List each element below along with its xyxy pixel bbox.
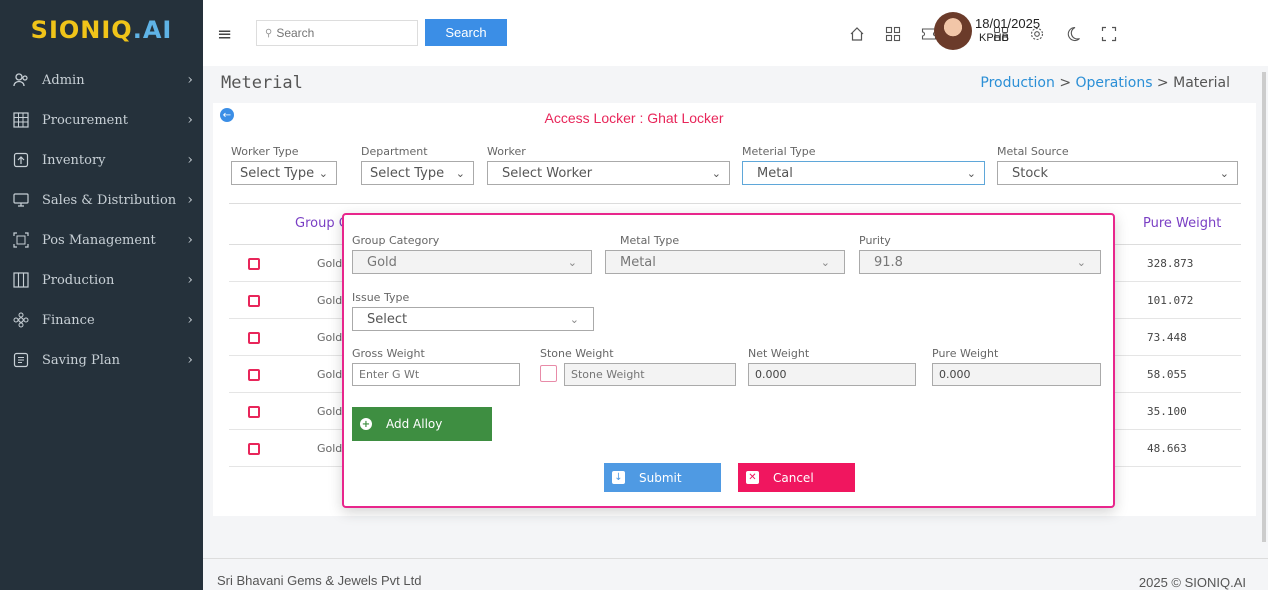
chevron-right-icon: ›	[187, 192, 193, 208]
chevron-right-icon: ›	[187, 72, 193, 88]
purity-field: Purity 91.8 ⌄	[859, 234, 1101, 274]
footer: Sri Bhavani Gems & Jewels Pvt Ltd 2025 ©…	[203, 558, 1268, 590]
gear-flower-icon	[12, 311, 30, 329]
sidebar-item-sales-distribution[interactable]: Sales & Distribution ›	[0, 180, 203, 220]
chevron-right-icon: ›	[187, 272, 193, 288]
net-weight-field: Net Weight	[748, 347, 916, 386]
close-icon: ✕	[746, 471, 759, 484]
search-button[interactable]: Search	[425, 19, 507, 46]
avatar[interactable]	[934, 12, 972, 50]
home-icon[interactable]	[848, 25, 866, 43]
fullscreen-icon[interactable]	[1100, 25, 1118, 43]
metal-type-field: Metal Type Metal ⌄	[605, 234, 845, 274]
worker-select[interactable]: Select Worker ⌄	[487, 161, 730, 185]
download-icon: ↓	[612, 471, 625, 484]
sidebar-item-saving-plan[interactable]: Saving Plan ›	[0, 340, 203, 380]
brand-logo[interactable]: SIONIQ.AI	[0, 0, 203, 60]
chevron-right-icon: ›	[187, 232, 193, 248]
breadcrumb: Production > Operations > Material	[980, 75, 1230, 91]
row-checkbox[interactable]	[248, 258, 260, 270]
sidebar: SIONIQ.AI Admin › Procurement › Inventor…	[0, 0, 203, 590]
chevron-down-icon: ⌄	[455, 166, 465, 180]
upload-box-icon	[12, 151, 30, 169]
row-checkbox[interactable]	[248, 332, 260, 344]
list-box-icon	[12, 351, 30, 369]
apps-grid-icon[interactable]	[884, 25, 902, 43]
moon-icon[interactable]	[1064, 25, 1082, 43]
issue-type-field: Issue Type Select ⌄	[352, 291, 594, 331]
net-weight-input[interactable]	[748, 363, 916, 386]
search-icon: ⚲	[265, 27, 273, 39]
material-type-filter: Meterial Type Metal ⌄	[742, 145, 985, 185]
chevron-down-icon: ⌄	[966, 166, 976, 180]
breadcrumb-current: Material	[1173, 75, 1230, 91]
department-select[interactable]: Select Type ⌄	[361, 161, 474, 185]
material-type-select[interactable]: Metal ⌄	[742, 161, 985, 185]
chevron-down-icon: ⌄	[820, 255, 830, 269]
chevron-down-icon: ⌄	[569, 312, 579, 326]
plus-circle-icon: +	[360, 418, 372, 430]
page-title: Meterial	[221, 73, 303, 93]
gross-weight-input[interactable]	[352, 363, 520, 386]
chevron-down-icon: ⌄	[1219, 166, 1229, 180]
row-checkbox[interactable]	[248, 369, 260, 381]
sidebar-item-pos-management[interactable]: Pos Management ›	[0, 220, 203, 260]
monitor-icon	[12, 191, 30, 209]
metal-type-select[interactable]: Metal ⌄	[605, 250, 845, 274]
breadcrumb-operations[interactable]: Operations	[1076, 75, 1153, 91]
columns-icon	[12, 271, 30, 289]
sidebar-item-production[interactable]: Production ›	[0, 260, 203, 300]
cancel-button[interactable]: ✕ Cancel	[738, 463, 855, 492]
group-category-field: Group Category Gold ⌄	[352, 234, 592, 274]
sidebar-item-finance[interactable]: Finance ›	[0, 300, 203, 340]
pure-weight-field: Pure Weight	[932, 347, 1101, 386]
page-scrollbar[interactable]	[1262, 72, 1266, 542]
issue-type-select[interactable]: Select ⌄	[352, 307, 594, 331]
row-checkbox[interactable]	[248, 406, 260, 418]
logo-text: SIONIQ.AI	[30, 16, 173, 44]
search-box: ⚲	[256, 20, 418, 46]
sidebar-item-inventory[interactable]: Inventory ›	[0, 140, 203, 180]
stone-weight-checkbox[interactable]	[540, 365, 557, 382]
breadcrumb-production[interactable]: Production	[980, 75, 1054, 91]
group-category-select[interactable]: Gold ⌄	[352, 250, 592, 274]
submit-button[interactable]: ↓ Submit	[604, 463, 721, 492]
add-material-modal: Group Category Gold ⌄ Metal Type Metal ⌄ P…	[342, 213, 1115, 508]
hamburger-menu-icon[interactable]: ≡	[217, 24, 232, 45]
purity-select[interactable]: 91.8 ⌄	[859, 250, 1101, 274]
worker-type-select[interactable]: Select Type ⌄	[231, 161, 337, 185]
stone-weight-input[interactable]	[564, 363, 736, 386]
search-input[interactable]	[276, 26, 397, 40]
stone-weight-field: Stone Weight	[540, 347, 736, 386]
frame-icon	[12, 231, 30, 249]
users-icon	[12, 71, 30, 89]
chevron-down-icon: ⌄	[318, 166, 328, 180]
worker-filter: Worker Select Worker ⌄	[487, 145, 730, 185]
chevron-right-icon: ›	[187, 312, 193, 328]
chevron-down-icon: ⌄	[711, 166, 721, 180]
footer-company: Sri Bhavani Gems & Jewels Pvt Ltd	[217, 573, 422, 588]
chevron-down-icon: ⌄	[567, 255, 577, 269]
chevron-right-icon: ›	[187, 152, 193, 168]
footer-copyright: 2025 © SIONIQ.AI	[1138, 575, 1246, 590]
sidebar-nav: Admin › Procurement › Inventory › Sales …	[0, 60, 203, 380]
chevron-right-icon: ›	[187, 352, 193, 368]
add-alloy-button[interactable]: + Add Alloy	[352, 407, 492, 441]
row-checkbox[interactable]	[248, 443, 260, 455]
metal-source-filter: Metal Source Stock ⌄	[997, 145, 1238, 185]
metal-source-select[interactable]: Stock ⌄	[997, 161, 1238, 185]
worker-type-filter: Worker Type Select Type ⌄	[231, 145, 337, 185]
topbar: ≡ ⚲ Search 18/01/2025 KPHB	[203, 0, 1268, 66]
chevron-down-icon: ⌄	[1076, 255, 1086, 269]
row-checkbox[interactable]	[248, 295, 260, 307]
gross-weight-field: Gross Weight	[352, 347, 520, 386]
department-filter: Department Select Type ⌄	[361, 145, 474, 185]
user-branch: KPHB	[979, 32, 1009, 44]
sidebar-item-admin[interactable]: Admin ›	[0, 60, 203, 100]
access-locker: Access Locker : Ghat Locker	[544, 110, 724, 126]
user-date: 18/01/2025	[975, 16, 1041, 31]
pure-weight-input[interactable]	[932, 363, 1101, 386]
